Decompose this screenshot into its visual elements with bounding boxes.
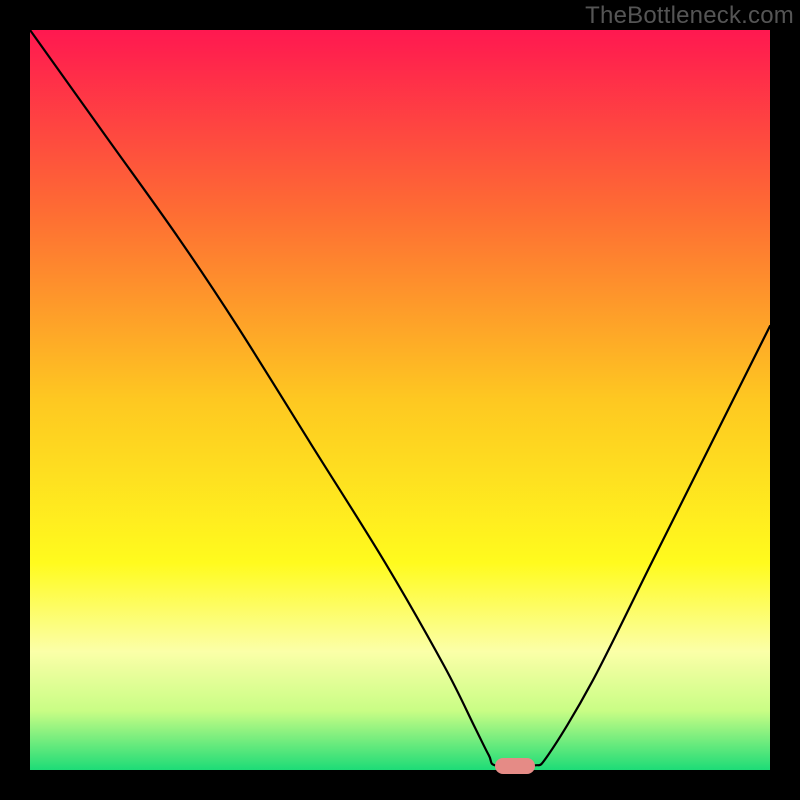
watermark-text: TheBottleneck.com (585, 2, 794, 30)
chart-frame: TheBottleneck.com (0, 0, 800, 800)
plot-area (30, 30, 770, 770)
chart-svg (30, 30, 770, 770)
optimal-marker (495, 758, 535, 774)
gradient-bg (30, 30, 770, 770)
